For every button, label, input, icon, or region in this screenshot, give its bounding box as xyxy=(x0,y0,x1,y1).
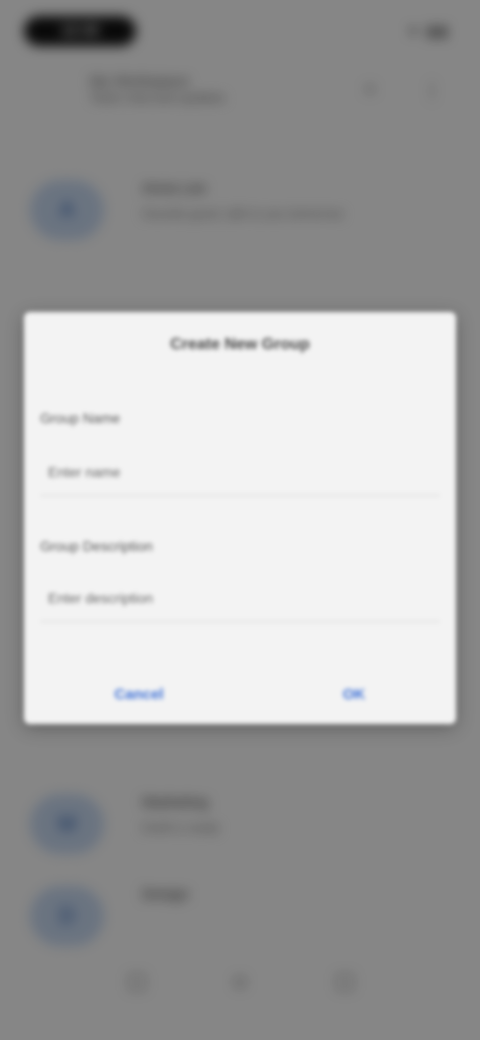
ok-button[interactable]: OK xyxy=(324,678,384,710)
group-name-label: Group Name xyxy=(40,410,121,426)
group-description-label: Group Description xyxy=(40,538,153,554)
create-group-dialog: Create New Group Group Name Group Descri… xyxy=(24,312,456,724)
phone-screen: 12:30 ▾ ▮▮ My Workspace Team chat and up… xyxy=(0,0,480,1040)
group-description-input[interactable] xyxy=(40,574,440,622)
group-name-input[interactable] xyxy=(40,448,440,496)
cancel-button[interactable]: Cancel xyxy=(94,678,184,710)
dialog-title: Create New Group xyxy=(170,336,310,353)
